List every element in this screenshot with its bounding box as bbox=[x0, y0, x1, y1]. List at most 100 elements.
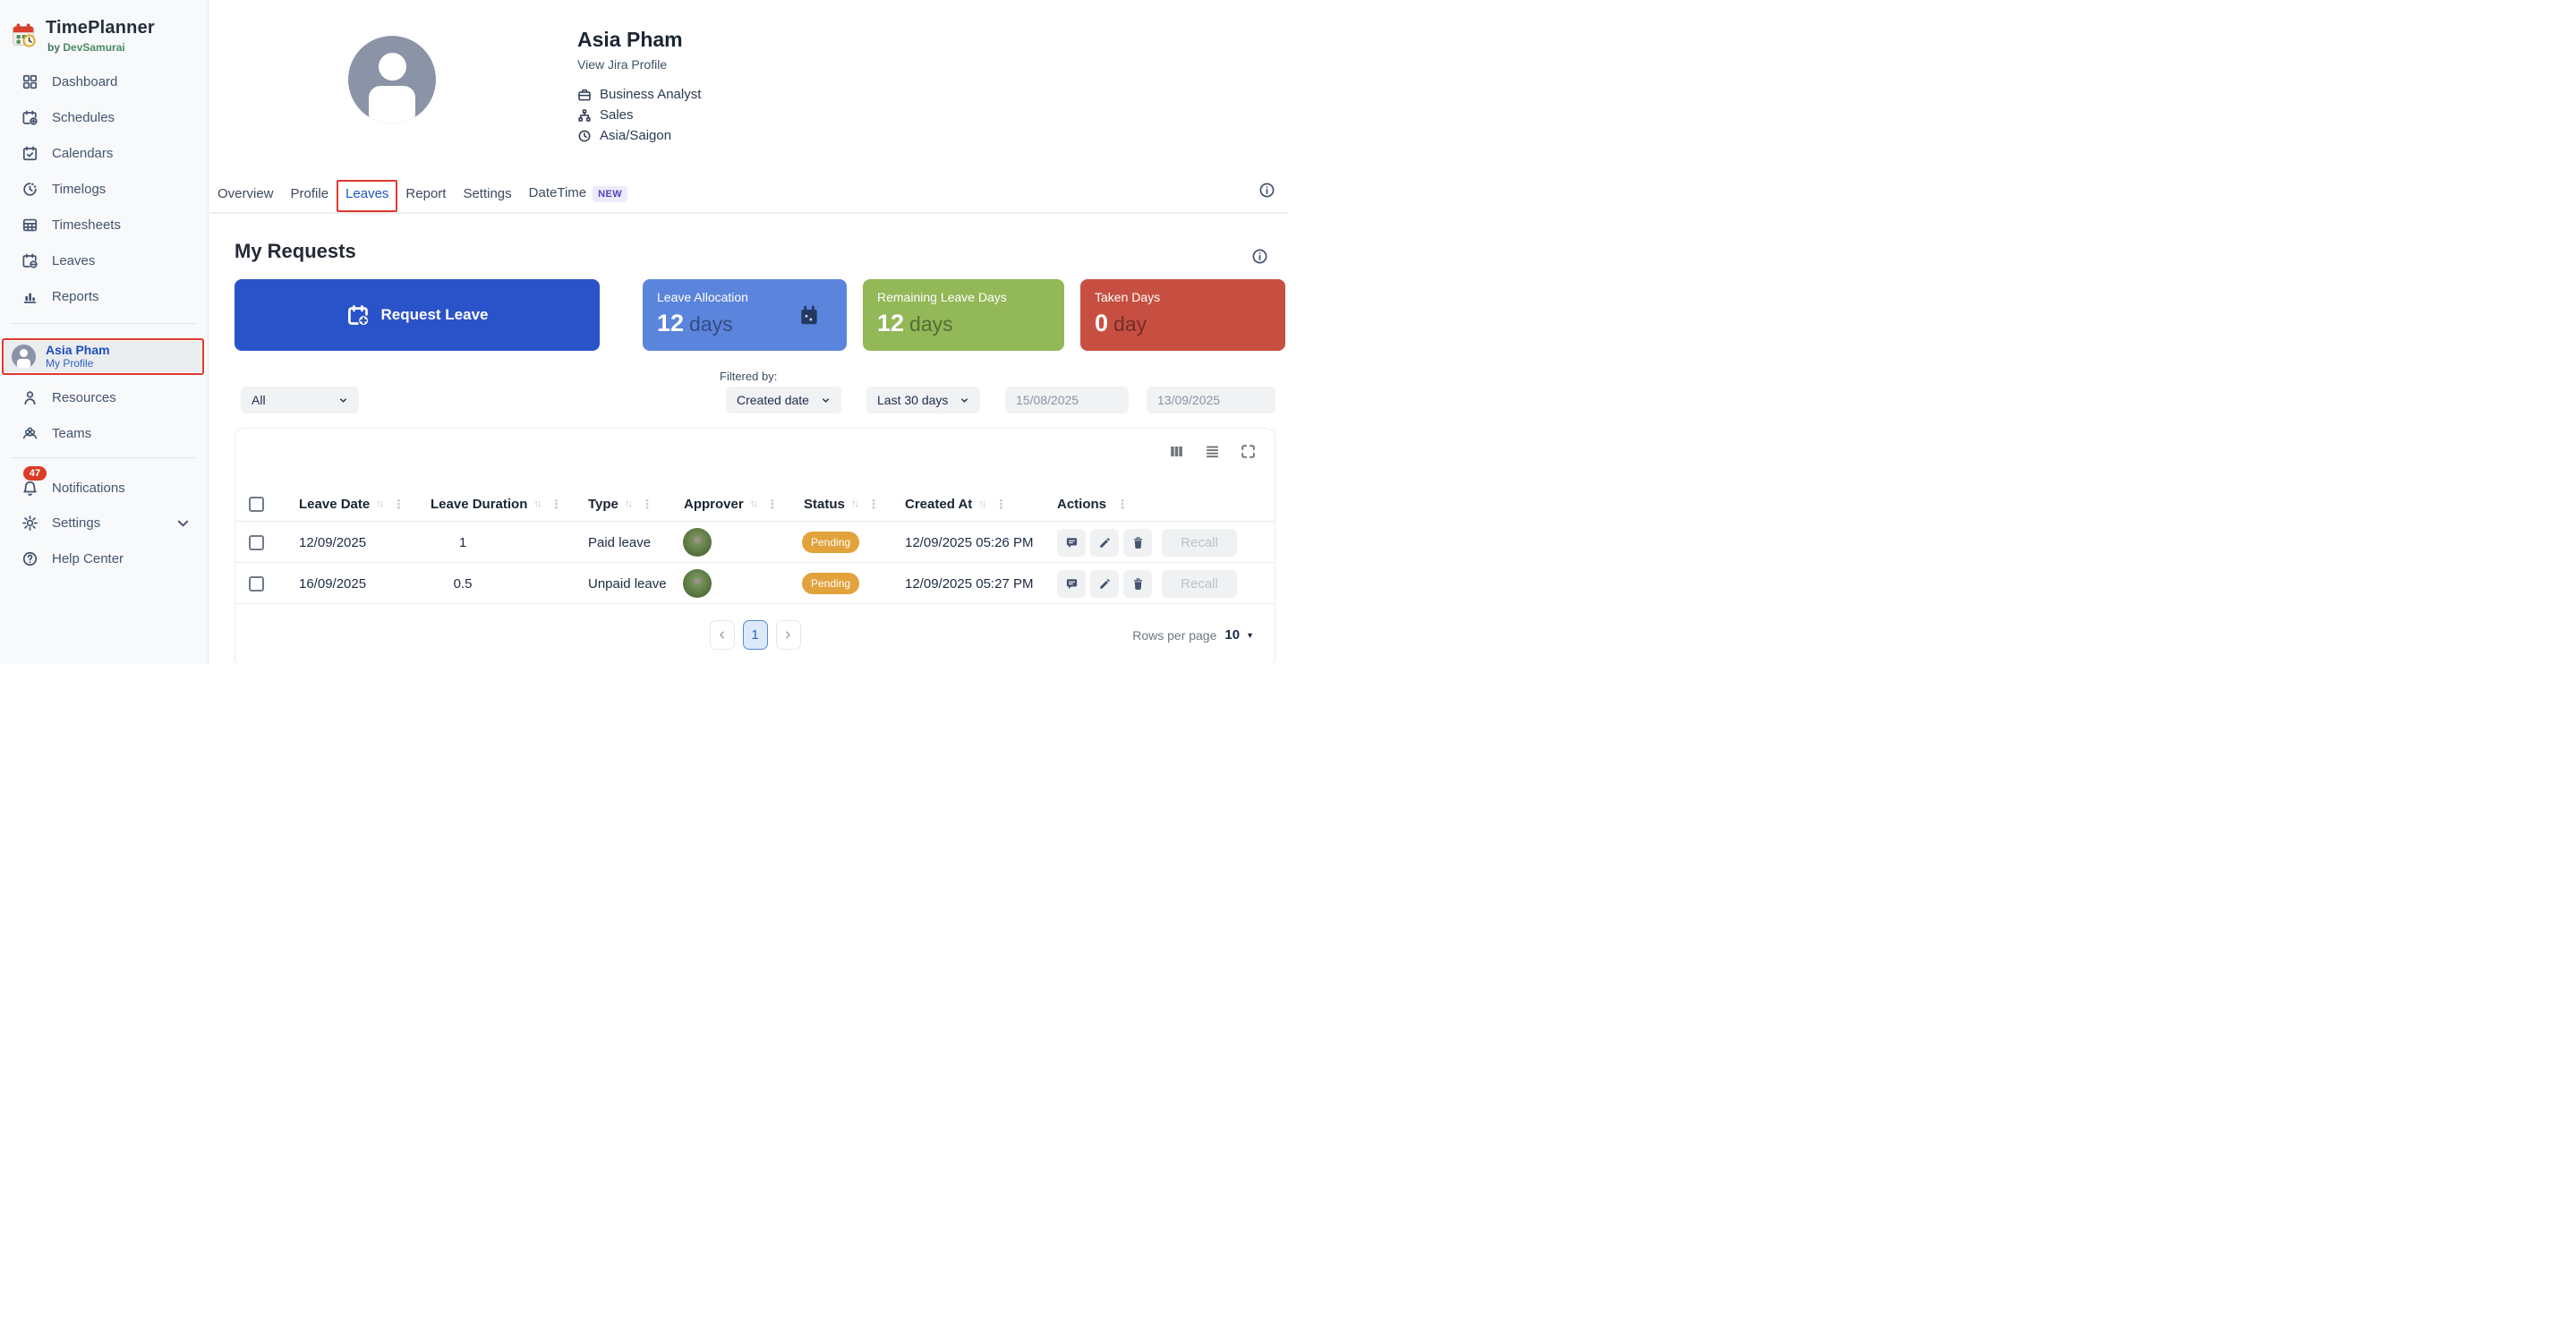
dashboard-icon bbox=[21, 73, 38, 90]
comment-button[interactable] bbox=[1057, 570, 1086, 598]
profile-tabs: Overview Profile Leaves Report Settings … bbox=[217, 183, 628, 204]
sort-icon[interactable]: ↑↓ bbox=[978, 498, 985, 509]
sort-icon[interactable]: ↑↓ bbox=[750, 498, 756, 509]
column-menu-icon[interactable]: ⋮ bbox=[546, 497, 562, 512]
sidebar-item-schedules[interactable]: Schedules bbox=[0, 99, 209, 135]
sort-icon[interactable]: ↑↓ bbox=[376, 498, 382, 509]
cell-type: Unpaid leave bbox=[588, 563, 667, 604]
bar-chart-icon bbox=[21, 288, 38, 305]
comment-icon bbox=[1065, 577, 1079, 591]
clock-icon bbox=[21, 181, 38, 198]
profile-name: Asia Pham bbox=[577, 28, 683, 52]
approver-avatar bbox=[683, 569, 712, 598]
table-header: Leave Date↑↓⋮ Leave Duration↑↓⋮ Type↑↓⋮ … bbox=[235, 486, 1275, 522]
date-to-input[interactable]: 13/09/2025 bbox=[1147, 387, 1275, 413]
view-jira-profile-link[interactable]: View Jira Profile bbox=[577, 57, 667, 72]
chevron-down-icon bbox=[821, 396, 831, 405]
delete-button[interactable] bbox=[1123, 570, 1152, 598]
row-checkbox[interactable] bbox=[249, 522, 264, 563]
app-logo: TimePlanner by DevSamurai bbox=[11, 18, 155, 54]
date-from-input[interactable]: 15/08/2025 bbox=[1005, 387, 1129, 413]
calendar-plus-icon bbox=[21, 109, 38, 126]
info-icon[interactable] bbox=[1251, 248, 1268, 265]
sidebar-item-timesheets[interactable]: Timesheets bbox=[0, 207, 209, 243]
sidebar-profile-name: Asia Pham bbox=[46, 344, 110, 357]
tab-settings[interactable]: Settings bbox=[462, 184, 512, 203]
column-menu-icon[interactable]: ⋮ bbox=[637, 497, 653, 512]
page-1-button[interactable]: 1 bbox=[743, 620, 768, 650]
recall-button[interactable]: Recall bbox=[1162, 529, 1237, 557]
tab-profile[interactable]: Profile bbox=[290, 184, 330, 203]
sidebar-item-calendars[interactable]: Calendars bbox=[0, 135, 209, 171]
chevron-down-icon bbox=[960, 396, 969, 405]
profile-department: Sales bbox=[577, 107, 634, 123]
card-remaining-leave-days: Remaining Leave Days 12days bbox=[863, 279, 1064, 351]
list-view-icon[interactable] bbox=[1204, 443, 1221, 460]
sidebar-item-help-center[interactable]: Help Center bbox=[0, 541, 209, 576]
sort-icon[interactable]: ↑↓ bbox=[625, 498, 631, 509]
sidebar-item-dashboard[interactable]: Dashboard bbox=[0, 64, 209, 99]
row-checkbox[interactable] bbox=[249, 563, 264, 604]
next-page-button[interactable] bbox=[776, 620, 801, 650]
select-all-checkbox[interactable] bbox=[249, 486, 264, 522]
status-badge: Pending bbox=[802, 532, 859, 553]
people-icon bbox=[21, 425, 38, 442]
date-range-select[interactable]: Last 30 days bbox=[866, 387, 980, 413]
tab-datetime[interactable]: DateTimeNEW bbox=[528, 183, 628, 204]
comment-button[interactable] bbox=[1057, 529, 1086, 557]
sidebar-item-reports[interactable]: Reports bbox=[0, 278, 209, 314]
rows-per-page-select[interactable]: 10▼ bbox=[1224, 627, 1254, 643]
sidebar-item-resources[interactable]: Resources bbox=[0, 379, 209, 415]
hierarchy-icon bbox=[577, 108, 592, 123]
fullscreen-icon[interactable] bbox=[1240, 443, 1257, 460]
calendar-minus-icon bbox=[21, 252, 38, 269]
tab-leaves[interactable]: Leaves bbox=[345, 184, 389, 203]
column-menu-icon[interactable]: ⋮ bbox=[388, 497, 405, 512]
filtered-by-label: Filtered by: bbox=[720, 370, 777, 383]
info-icon[interactable] bbox=[1258, 182, 1275, 199]
tab-overview[interactable]: Overview bbox=[217, 184, 275, 203]
prev-page-button[interactable] bbox=[710, 620, 735, 650]
column-menu-icon[interactable]: ⋮ bbox=[991, 497, 1007, 512]
column-menu-icon[interactable]: ⋮ bbox=[763, 497, 779, 512]
request-leave-button[interactable]: Request Leave bbox=[235, 279, 600, 351]
sidebar-divider bbox=[11, 457, 196, 458]
sidebar-profile-sub: My Profile bbox=[46, 357, 110, 370]
sort-icon[interactable]: ↑↓ bbox=[533, 498, 540, 509]
tabs-divider bbox=[209, 212, 1288, 214]
comment-icon bbox=[1065, 536, 1079, 549]
sidebar-divider bbox=[11, 323, 196, 324]
table-row: 16/09/2025 0.5 Unpaid leave Pending 12/0… bbox=[235, 563, 1275, 604]
recall-button[interactable]: Recall bbox=[1162, 570, 1237, 598]
timeplanner-app: TimePlanner by DevSamurai Dashboard Sche… bbox=[0, 0, 1288, 664]
sidebar-item-my-profile[interactable]: Asia Pham My Profile bbox=[4, 341, 201, 372]
sidebar-item-leaves[interactable]: Leaves bbox=[0, 243, 209, 278]
tab-report[interactable]: Report bbox=[405, 184, 447, 203]
calendar-icon bbox=[798, 304, 821, 328]
edit-button[interactable] bbox=[1090, 570, 1119, 598]
sidebar-item-teams[interactable]: Teams bbox=[0, 415, 209, 451]
status-badge: Pending bbox=[802, 573, 859, 594]
sidebar-item-timelogs[interactable]: Timelogs bbox=[0, 171, 209, 207]
briefcase-icon bbox=[577, 88, 592, 102]
column-menu-icon[interactable]: ⋮ bbox=[864, 497, 880, 512]
cell-duration: 0.5 bbox=[438, 563, 488, 604]
person-icon bbox=[21, 389, 38, 406]
sidebar-item-settings[interactable]: Settings bbox=[0, 505, 209, 541]
profile-role: Business Analyst bbox=[577, 87, 701, 102]
requests-table-card: Leave Date↑↓⋮ Leave Duration↑↓⋮ Type↑↓⋮ … bbox=[235, 428, 1275, 664]
calendar-plus-icon bbox=[346, 303, 371, 328]
chevron-down-icon bbox=[338, 396, 348, 405]
delete-button[interactable] bbox=[1123, 529, 1152, 557]
chevron-left-icon bbox=[716, 629, 728, 641]
type-filter-select[interactable]: All bbox=[241, 387, 359, 413]
columns-view-icon[interactable] bbox=[1168, 443, 1185, 460]
chevron-down-icon[interactable] bbox=[175, 515, 192, 532]
cell-approver bbox=[683, 563, 712, 604]
edit-button[interactable] bbox=[1090, 529, 1119, 557]
caret-down-icon: ▼ bbox=[1246, 631, 1254, 640]
sort-icon[interactable]: ↑↓ bbox=[851, 498, 857, 509]
column-menu-icon[interactable]: ⋮ bbox=[1113, 497, 1129, 512]
app-title: TimePlanner bbox=[46, 18, 155, 38]
filter-field-select[interactable]: Created date bbox=[726, 387, 841, 413]
